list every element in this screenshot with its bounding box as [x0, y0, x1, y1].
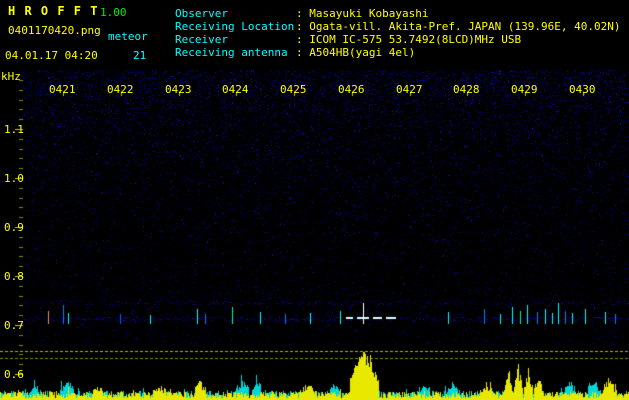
time-label: 0425	[280, 83, 307, 96]
freq-axis-unit: kHz	[1, 70, 21, 83]
time-label: 0422	[107, 83, 134, 96]
time-label: 0428	[453, 83, 480, 96]
hrofft-window: H R O F F T 1.00 0401170420.png meteor 0…	[0, 0, 629, 400]
info-value-antenna: : A504HB(yagi 4el)	[296, 46, 416, 59]
freq-label: 1.0	[4, 172, 24, 185]
time-label: 0430	[569, 83, 596, 96]
info-label-antenna: Receiving antenna	[175, 46, 288, 59]
output-filename: 0401170420.png	[8, 24, 101, 37]
freq-label: 0.9	[4, 221, 24, 234]
app-version: 1.00	[100, 6, 127, 19]
info-label-observer: Observer	[175, 7, 228, 20]
info-label-receiver: Receiver	[175, 33, 228, 46]
spectrogram-canvas	[0, 68, 629, 400]
info-label-location: Receiving Location	[175, 20, 295, 33]
time-label: 0421	[49, 83, 76, 96]
freq-label: 0.6	[4, 368, 24, 381]
time-label: 0424	[222, 83, 249, 96]
freq-label: 0.8	[4, 270, 24, 283]
info-value-location: : Ogata-vill. Akita-Pref. JAPAN (139.96E…	[296, 20, 621, 33]
mode-label: meteor	[108, 30, 148, 43]
time-label: 0427	[396, 83, 423, 96]
time-label: 0426	[338, 83, 365, 96]
time-label: 0423	[165, 83, 192, 96]
timestamp: 04.01.17 04:20	[5, 49, 98, 62]
info-value-receiver: : ICOM IC-575 53.7492(8LCD)MHz USB	[296, 33, 522, 46]
freq-label: 1.1	[4, 123, 24, 136]
meteor-count: 21	[133, 49, 147, 62]
app-title: H R O F F T	[8, 4, 99, 18]
time-label: 0429	[511, 83, 538, 96]
info-value-observer: : Masayuki Kobayashi	[296, 7, 429, 20]
freq-label: 0.7	[4, 319, 24, 332]
